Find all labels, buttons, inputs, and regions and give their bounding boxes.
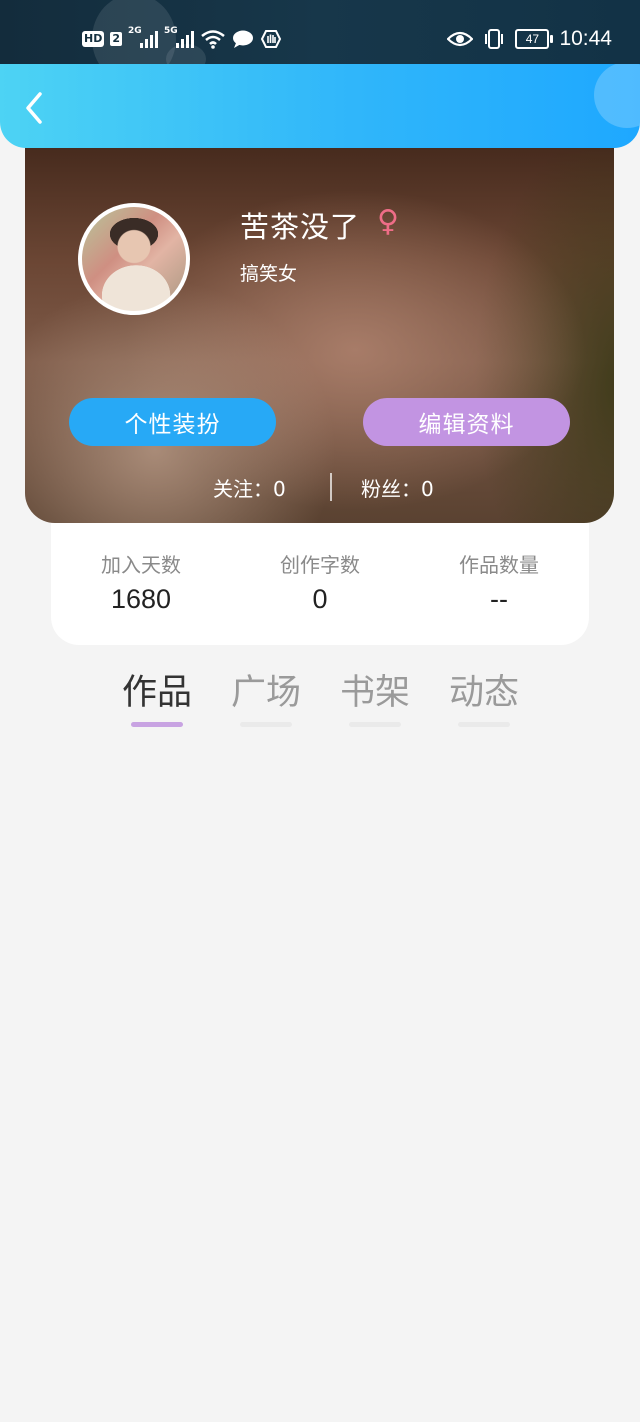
hd-icon: HD [82, 31, 105, 47]
stat-label: 作品数量 [459, 553, 539, 577]
fans-count[interactable]: 粉丝：0 [361, 473, 434, 502]
female-icon: ♀ [377, 204, 399, 239]
tab-square[interactable]: 广场 [211, 664, 321, 727]
tab-indicator [458, 722, 510, 727]
tab-works[interactable]: 作品 [102, 664, 212, 727]
profile-card: 苦茶没了 ♀ 搞笑女 个性装扮 编辑资料 关注：0 粉丝：0 [25, 120, 614, 523]
fans-value: 0 [421, 477, 434, 501]
following-value: 0 [273, 477, 286, 501]
tab-bookshelf[interactable]: 书架 [320, 664, 430, 727]
clock: 10:44 [559, 27, 612, 50]
fans-label: 粉丝： [361, 477, 421, 501]
stat-value: -- [490, 584, 508, 614]
content-tabs: 作品 广场 书架 动态 [0, 664, 640, 734]
back-button[interactable] [14, 88, 54, 128]
stat-label: 创作字数 [280, 553, 360, 577]
personal-dress-button[interactable]: 个性装扮 [69, 398, 276, 446]
stat-label: 加入天数 [101, 553, 181, 577]
edit-profile-button[interactable]: 编辑资料 [363, 398, 570, 446]
status-bar-right: 47 10:44 [447, 26, 612, 52]
battery-icon: 47 [515, 29, 554, 49]
tab-label: 作品 [121, 673, 192, 713]
content-area [0, 740, 640, 1422]
bio-text: 搞笑女 [240, 263, 298, 285]
stat-works-count: 作品数量 -- [409, 549, 589, 615]
tab-indicator [349, 722, 401, 727]
stat-word-count: 创作字数 0 [230, 549, 410, 615]
tab-label: 广场 [230, 673, 301, 713]
follow-stats: 关注：0 粉丝：0 [25, 473, 614, 507]
signal-icon: 2G [128, 26, 158, 48]
sim-number: 2 [110, 32, 122, 46]
following-label: 关注： [213, 477, 273, 501]
tab-indicator [131, 722, 183, 727]
hand-icon [260, 30, 282, 48]
signal-label: 2G [128, 26, 142, 36]
tab-indicator [240, 722, 292, 727]
signal-label: 5G [164, 26, 178, 36]
tab-activity[interactable]: 动态 [429, 664, 539, 727]
message-icon [233, 30, 253, 48]
tab-label: 书架 [339, 673, 410, 713]
wifi-icon [201, 30, 225, 49]
chevron-left-icon [26, 92, 42, 124]
tab-label: 动态 [448, 673, 519, 713]
stat-value: 0 [312, 584, 328, 614]
stat-join-days: 加入天数 1680 [51, 549, 231, 615]
stat-value: 1680 [110, 584, 172, 614]
header-bar [0, 64, 640, 148]
avatar[interactable] [78, 203, 190, 315]
header-bubble [594, 64, 640, 128]
status-bar: HD 2 2G 5G 47 10:44 [0, 0, 640, 64]
username: 苦茶没了 [240, 210, 361, 244]
eye-icon [447, 31, 474, 47]
following-count[interactable]: 关注：0 [213, 473, 286, 502]
stats-card: 加入天数 1680 创作字数 0 作品数量 -- [51, 523, 589, 645]
status-bar-left: HD 2 2G 5G [82, 26, 282, 52]
signal-icon: 5G [164, 26, 194, 48]
follow-divider [330, 473, 332, 501]
vibrate-icon [485, 29, 504, 49]
